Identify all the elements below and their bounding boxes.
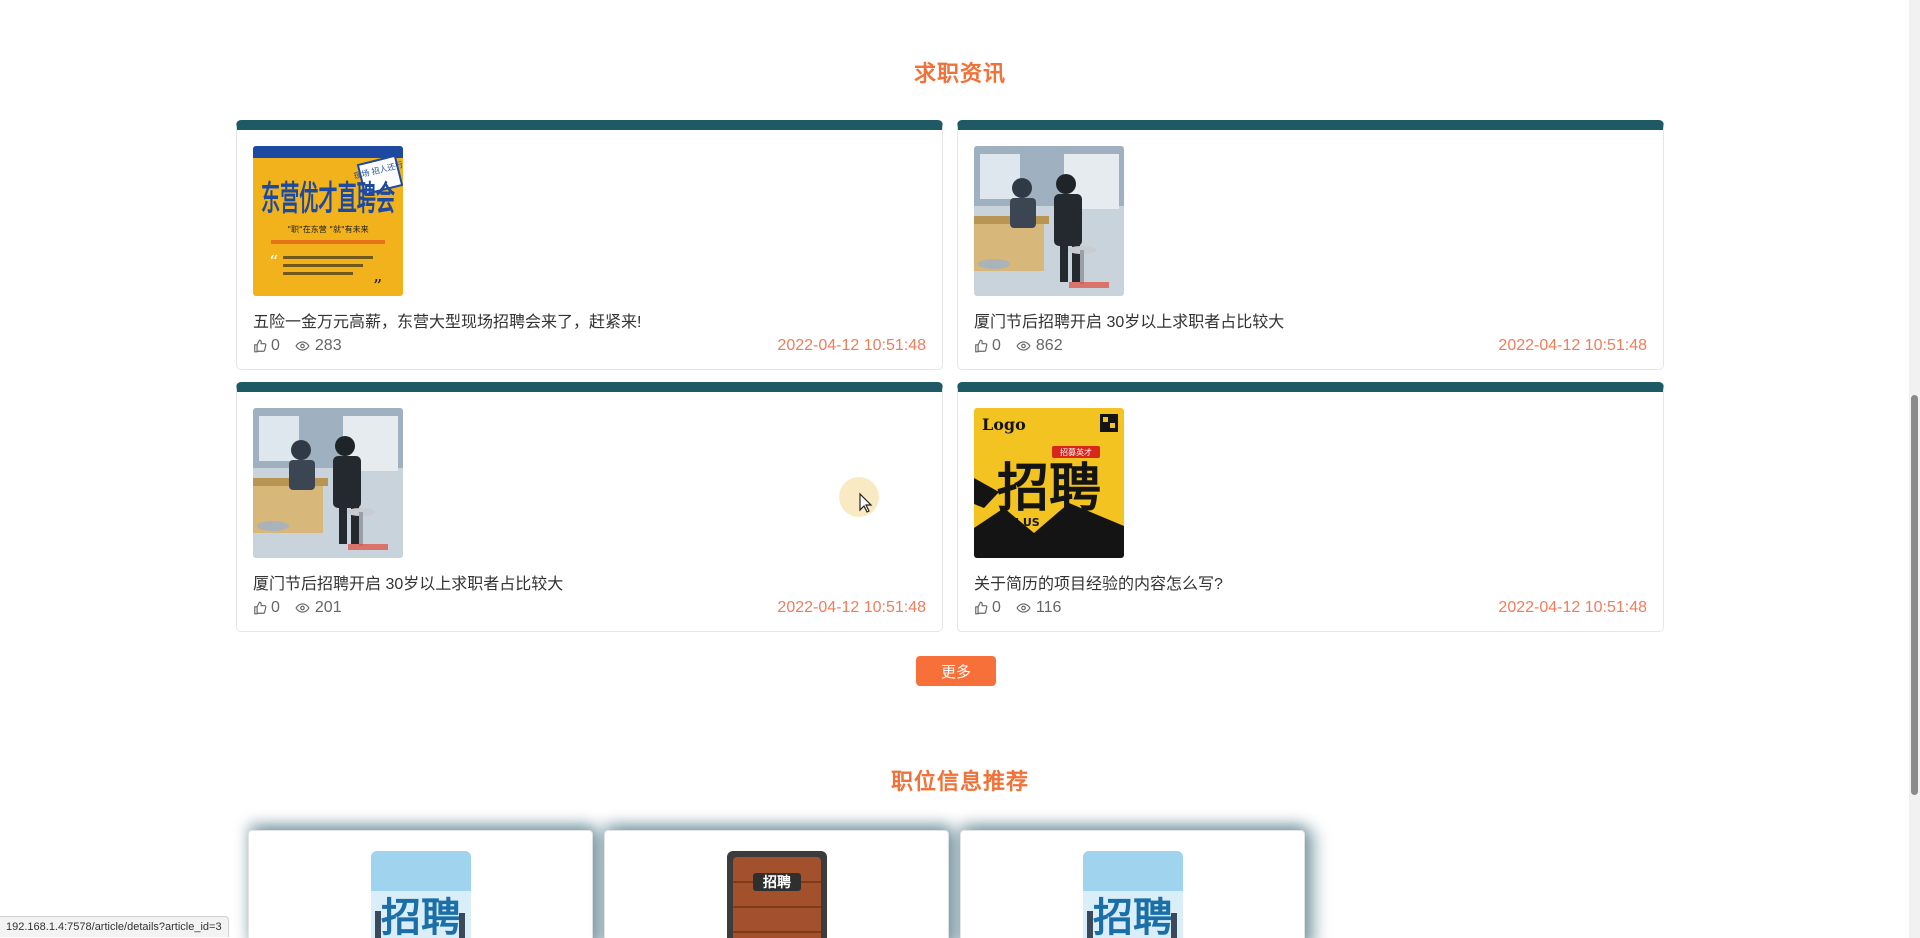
view-count: 201 xyxy=(294,599,342,617)
news-date: 2022-04-12 10:51:48 xyxy=(1498,599,1647,616)
view-count-value: 116 xyxy=(1035,599,1062,616)
thumbs-up-icon xyxy=(975,601,988,615)
news-title[interactable]: 厦门节后招聘开启 30岁以上求职者占比较大 xyxy=(253,570,563,594)
news-section-title: 求职资讯 xyxy=(913,61,1006,86)
office-photo-image xyxy=(974,146,1124,296)
job-card[interactable]: 招聘 xyxy=(960,830,1305,938)
jobs-section-title: 职位信息推荐 xyxy=(890,769,1029,794)
news-meta: 0 862 2022-04-12 10:51:48 xyxy=(974,337,1647,355)
job-image-text: 招聘 xyxy=(763,874,791,891)
poster-title: 东营优才直聘会 xyxy=(261,179,395,219)
job-image-text: 招聘 xyxy=(1093,895,1173,938)
eye-icon xyxy=(295,341,310,351)
thumbs-up-icon xyxy=(254,339,267,353)
job-image-text: 招聘 xyxy=(381,895,461,938)
news-date: 2022-04-12 10:51:48 xyxy=(777,599,926,616)
like-count-value: 0 xyxy=(992,599,1001,616)
thumbs-up-icon xyxy=(254,601,267,615)
zhaopin-blue-image: 招聘 xyxy=(371,851,471,938)
job-thumbnail[interactable]: 招聘 xyxy=(371,851,471,938)
thumbs-up-icon xyxy=(975,339,988,353)
office-photo-image xyxy=(253,408,403,558)
news-meta: 0 116 2022-04-12 10:51:48 xyxy=(974,599,1647,617)
view-count-value: 283 xyxy=(314,337,342,354)
news-card[interactable]: Logo 招募英才 招聘 JOIN US 关于简历的项目经验的内容怎么写? 0 xyxy=(957,382,1664,632)
poster-logo: Logo xyxy=(982,415,1026,434)
svg-text:“: “ xyxy=(269,252,278,273)
job-recommendation-list: 招聘 招聘 招聘 xyxy=(248,830,1305,938)
job-card[interactable]: 招聘 xyxy=(604,830,949,938)
news-card[interactable]: 现场 招人还行 东营优才直聘会 "职"在东营 "就"有未来 “ ” 五险一金万元… xyxy=(236,120,943,370)
like-count[interactable]: 0 xyxy=(974,599,1001,617)
news-card[interactable]: 厦门节后招聘开启 30岁以上求职者占比较大 0 201 2022-04-12 1… xyxy=(236,382,943,632)
news-title[interactable]: 关于简历的项目经验的内容怎么写? xyxy=(974,570,1223,594)
page: 求职资讯 现场 招人还行 东营优才直聘会 "职"在东营 "就"有未来 “ ” 五… xyxy=(0,0,1920,938)
view-count: 862 xyxy=(1015,337,1063,355)
svg-text:”: ” xyxy=(373,276,382,296)
poster-small-text: JOIN US xyxy=(991,516,1040,529)
news-date: 2022-04-12 10:51:48 xyxy=(1498,337,1647,354)
like-count[interactable]: 0 xyxy=(253,337,280,355)
like-count[interactable]: 0 xyxy=(253,599,280,617)
news-title[interactable]: 五险一金万元高薪，东营大型现场招聘会来了，赶紧来! xyxy=(253,308,641,332)
zhaopin-poster-image: Logo 招募英才 招聘 JOIN US xyxy=(974,408,1124,558)
poster-subtitle: "职"在东营 "就"有未来 xyxy=(287,224,368,234)
scrollbar-thumb[interactable] xyxy=(1911,395,1918,795)
poster-tag: 招募英才 xyxy=(1060,447,1092,457)
news-title[interactable]: 厦门节后招聘开启 30岁以上求职者占比较大 xyxy=(974,308,1284,332)
like-count[interactable]: 0 xyxy=(974,337,1001,355)
view-count-value: 862 xyxy=(1035,337,1063,354)
view-count-value: 201 xyxy=(314,599,342,616)
poster-big-text: 招聘 xyxy=(997,459,1101,519)
news-meta: 0 201 2022-04-12 10:51:48 xyxy=(253,599,926,617)
more-button[interactable]: 更多 xyxy=(916,656,996,686)
news-thumbnail[interactable] xyxy=(253,408,403,558)
news-card[interactable]: 厦门节后招聘开启 30岁以上求职者占比较大 0 862 2022-04-12 1… xyxy=(957,120,1664,370)
like-count-value: 0 xyxy=(271,599,280,616)
news-date: 2022-04-12 10:51:48 xyxy=(777,337,926,354)
news-thumbnail[interactable]: 现场 招人还行 东营优才直聘会 "职"在东营 "就"有未来 “ ” xyxy=(253,146,403,296)
job-thumbnail[interactable]: 招聘 xyxy=(1083,851,1183,938)
vertical-scrollbar[interactable] xyxy=(1909,0,1920,938)
news-thumbnail[interactable]: Logo 招募英才 招聘 JOIN US xyxy=(974,408,1124,558)
eye-icon xyxy=(1016,603,1031,613)
eye-icon xyxy=(295,603,310,613)
view-count: 283 xyxy=(294,337,342,355)
zhaopin-blue-image: 招聘 xyxy=(1083,851,1183,938)
job-card[interactable]: 招聘 xyxy=(248,830,593,938)
status-bar-url: 192.168.1.4:7578/article/details?article… xyxy=(0,916,229,937)
view-count: 116 xyxy=(1015,599,1062,617)
job-thumbnail[interactable]: 招聘 xyxy=(727,851,827,938)
eye-icon xyxy=(1016,341,1031,351)
like-count-value: 0 xyxy=(992,337,1001,354)
recruitment-poster-image: 现场 招人还行 东营优才直聘会 "职"在东营 "就"有未来 “ ” xyxy=(253,146,403,296)
zhaopin-wood-image: 招聘 xyxy=(727,851,827,938)
mouse-cursor-icon xyxy=(839,477,879,517)
news-thumbnail[interactable] xyxy=(974,146,1124,296)
news-meta: 0 283 2022-04-12 10:51:48 xyxy=(253,337,926,355)
like-count-value: 0 xyxy=(271,337,280,354)
news-grid: 现场 招人还行 东营优才直聘会 "职"在东营 "就"有未来 “ ” 五险一金万元… xyxy=(236,120,1664,632)
